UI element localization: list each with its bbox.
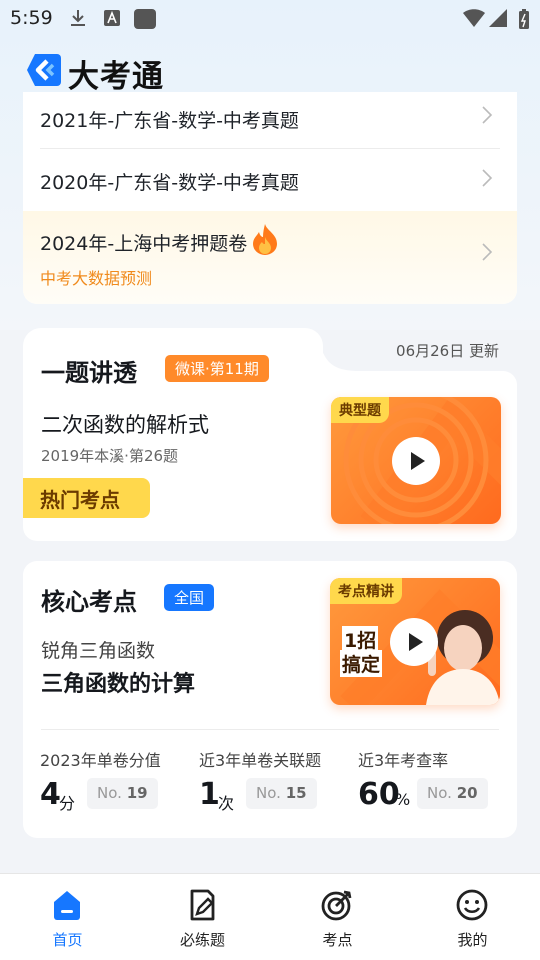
play-icon — [411, 452, 425, 470]
smile-icon — [456, 889, 488, 921]
nav-label: 我的 — [457, 931, 488, 949]
update-date: 06月26日 更新 — [396, 342, 499, 360]
stat-label: 2023年单卷分值 — [40, 751, 161, 770]
exam-item-title: 2021年-广东省-数学-中考真题 — [40, 110, 299, 132]
core-subtopic: 锐角三角函数 — [41, 640, 156, 662]
exam-item[interactable]: 2020年-广东省-数学-中考真题 — [23, 149, 517, 211]
stat-label: 近3年单卷关联题 — [199, 751, 322, 770]
nav-item-practice[interactable]: 必练题 — [135, 874, 270, 960]
battery-icon — [519, 9, 529, 29]
chevron-right-icon — [482, 243, 493, 261]
nav-label: 必练题 — [179, 931, 225, 949]
thumb-tag: 考点精讲 — [330, 578, 402, 604]
stat-score: 2023年单卷分值 4 分 No. 19 — [40, 747, 161, 813]
scope-tag: 全国 — [164, 584, 215, 611]
nav-item-mine[interactable]: 我的 — [405, 874, 540, 960]
stat-unit: 次 — [218, 794, 235, 813]
lecture-issue-tag: 微课·第11期 — [165, 355, 269, 382]
hot-topic-badge: 热门考点 — [23, 478, 150, 518]
status-time: 5:59 — [10, 7, 53, 29]
nav-label: 考点 — [322, 931, 353, 949]
a-box-icon — [104, 10, 120, 26]
core-video-thumbnail[interactable]: 考点精讲 1招 搞定 — [330, 578, 500, 705]
question-title: 二次函数的解析式 — [41, 413, 209, 437]
play-button[interactable] — [392, 437, 440, 485]
lecture-video-thumbnail[interactable]: 典型题 — [331, 397, 501, 524]
promo-title: 2024年-上海中考押题卷 — [40, 233, 248, 255]
divider — [41, 729, 499, 730]
stat-value: 60 — [358, 777, 400, 812]
stat-unit: 分 — [59, 794, 76, 813]
app-title: 大考通 — [68, 59, 164, 95]
logo-icon — [27, 54, 61, 86]
core-topic: 三角函数的计算 — [41, 672, 196, 697]
chevron-right-icon — [482, 106, 493, 124]
status-bar: 5:59 — [0, 0, 540, 36]
download-icon — [71, 10, 85, 26]
question-source: 2019年本溪·第26题 — [41, 447, 179, 465]
home-icon — [54, 891, 80, 920]
stat-value: 4 — [40, 777, 61, 812]
bottom-nav: 首页 必练题 考点 我的 — [0, 873, 540, 960]
lecture-section-title: 一题讲透 — [41, 359, 137, 387]
practice-icon — [190, 889, 215, 921]
stat-rate: 近3年考查率 60 % No. 20 — [358, 747, 488, 812]
promo-subtitle: 中考大数据预测 — [40, 269, 153, 288]
app-square-icon — [134, 9, 156, 29]
nav-item-points[interactable]: 考点 — [270, 874, 405, 960]
rank-badge: No. 20 — [417, 778, 488, 809]
signal-icon — [489, 9, 507, 27]
lecture-card[interactable]: 一题讲透 微课·第11期 06月26日 更新 二次函数的解析式 2019年本溪·… — [23, 328, 517, 541]
exam-list-card: 2021年-广东省-数学-中考真题 2020年-广东省-数学-中考真题 2024… — [23, 92, 517, 304]
wifi-icon — [463, 9, 485, 27]
promo-exam-item[interactable]: 2024年-上海中考押题卷 中考大数据预测 — [23, 211, 517, 304]
stat-related: 近3年单卷关联题 1 次 No. 15 — [199, 747, 322, 813]
stat-label: 近3年考查率 — [358, 751, 449, 770]
chevron-right-icon — [482, 169, 493, 187]
play-button[interactable] — [390, 618, 438, 666]
exam-item[interactable]: 2021年-广东省-数学-中考真题 — [23, 92, 517, 149]
thumb-caption-line2: 搞定 — [340, 650, 383, 677]
stat-value: 1 — [199, 777, 220, 812]
play-icon — [409, 633, 423, 651]
core-points-card[interactable]: 核心考点 全国 锐角三角函数 三角函数的计算 考点精讲 1招 搞定 2023年单… — [23, 561, 517, 838]
target-icon — [321, 890, 352, 921]
core-section-title: 核心考点 — [41, 588, 137, 616]
nav-label: 首页 — [52, 931, 83, 949]
exam-item-title: 2020年-广东省-数学-中考真题 — [40, 172, 299, 194]
rank-badge: No. 19 — [87, 778, 158, 809]
thumb-caption-line1: 1招 — [342, 626, 379, 653]
nav-item-home[interactable]: 首页 — [0, 874, 135, 960]
stat-unit: % — [395, 790, 411, 809]
thumb-tag: 典型题 — [331, 397, 389, 423]
fire-icon — [253, 224, 277, 255]
rank-badge: No. 15 — [246, 778, 317, 809]
